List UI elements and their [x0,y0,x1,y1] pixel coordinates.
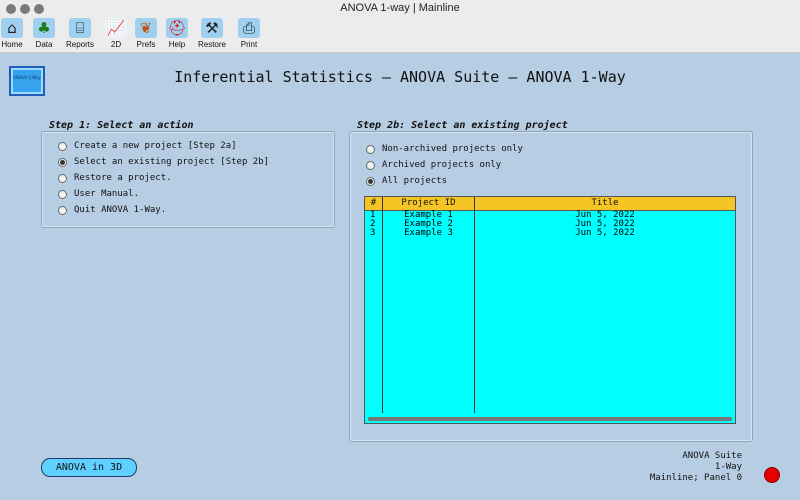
toolbar-print[interactable]: ⎙ Print [229,18,269,52]
toolbar: ⌂ Home ♣ Data ⌸ Reports 📈 2D ❦ Prefs ⛑ H… [0,18,800,53]
helmet-icon: ⛑ [166,18,188,38]
toolbar-data[interactable]: ♣ Data [24,18,64,52]
radio-button[interactable] [366,160,375,170]
radio-button-selected[interactable] [58,157,67,167]
home-icon: ⌂ [1,18,23,38]
step1-panel: Create a new project [Step 2a] Select an… [41,131,335,228]
leaf-icon: ❦ [135,18,157,38]
action-option-create[interactable]: Create a new project [Step 2a] [58,139,237,153]
title-bar: ANOVA 1-way | Mainline [0,0,800,19]
status-light-icon [764,467,780,483]
building-icon: ⌸ [69,18,91,38]
tree-icon: ♣ [33,18,55,38]
radio-button[interactable] [58,205,67,215]
action-option-label: Select an existing project [Step 2b] [74,157,270,167]
radio-button[interactable] [58,189,67,199]
cell-title: Jun 5, 2022 [575,228,635,238]
action-option-restore[interactable]: Restore a project. [58,171,172,185]
column-header-title[interactable]: Title [475,197,735,210]
filter-non-archived[interactable]: Non-archived projects only [366,142,523,156]
step2b-title: Step 2b: Select an existing project [357,120,568,131]
column-header-number[interactable]: # [365,197,382,210]
table-row[interactable]: 3 Example 3 Jun 5, 2022 [365,229,735,238]
toolbar-help-label: Help [168,40,186,49]
action-option-label: User Manual. [74,189,140,199]
cell-number: 3 [370,228,376,238]
action-option-label: Quit ANOVA 1-Way. [74,205,167,215]
radio-button[interactable] [58,173,67,183]
action-option-quit[interactable]: Quit ANOVA 1-Way. [58,203,166,217]
toolbar-print-label: Print [240,40,258,49]
filter-label: All projects [382,176,448,186]
footer-suite: ANOVA Suite [682,451,742,461]
filter-label: Non-archived projects only [382,144,523,154]
window-title: ANOVA 1-way | Mainline [340,2,460,14]
toolbar-reports[interactable]: ⌸ Reports [60,18,100,52]
action-option-label: Create a new project [Step 2a] [74,141,237,151]
action-option-select[interactable]: Select an existing project [Step 2b] [58,155,269,169]
footer-status: ANOVA Suite 1-Way Mainline; Panel 0 [650,451,742,484]
toolbar-restore-label: Restore [197,40,226,49]
footer-panel: Mainline; Panel 0 [649,473,742,483]
toolbar-restore[interactable]: ⚒ Restore [192,18,232,52]
filter-all[interactable]: All projects [366,174,447,188]
step1-title: Step 1: Select an action [49,120,194,131]
chart-icon: 📈 [105,18,127,38]
page-title: Inferential Statistics — ANOVA Suite — A… [174,68,626,86]
toolbar-help[interactable]: ⛑ Help [157,18,197,52]
printer-icon: ⎙ [238,18,260,38]
table-header: # Project ID Title [365,197,735,211]
radio-button[interactable] [58,141,67,151]
cell-project-id: Example 3 [404,228,453,238]
footer-module: 1-Way [714,462,742,472]
horizontal-scrollbar[interactable] [368,417,732,421]
anova-3d-button[interactable]: ANOVA in 3D [41,458,137,477]
radio-button[interactable] [366,144,375,154]
toolbar-reports-label: Reports [65,40,94,49]
action-option-label: Restore a project. [74,173,172,183]
radio-button-selected[interactable] [366,176,375,186]
toolbar-data-label: Data [35,40,53,49]
action-option-manual[interactable]: User Manual. [58,187,139,201]
filter-label: Archived projects only [382,160,502,170]
column-header-project-id[interactable]: Project ID [383,197,474,210]
projects-table[interactable]: # Project ID Title 1 Example 1 Jun 5, 20… [364,196,736,424]
tools-icon: ⚒ [201,18,223,38]
filter-archived[interactable]: Archived projects only [366,158,501,172]
